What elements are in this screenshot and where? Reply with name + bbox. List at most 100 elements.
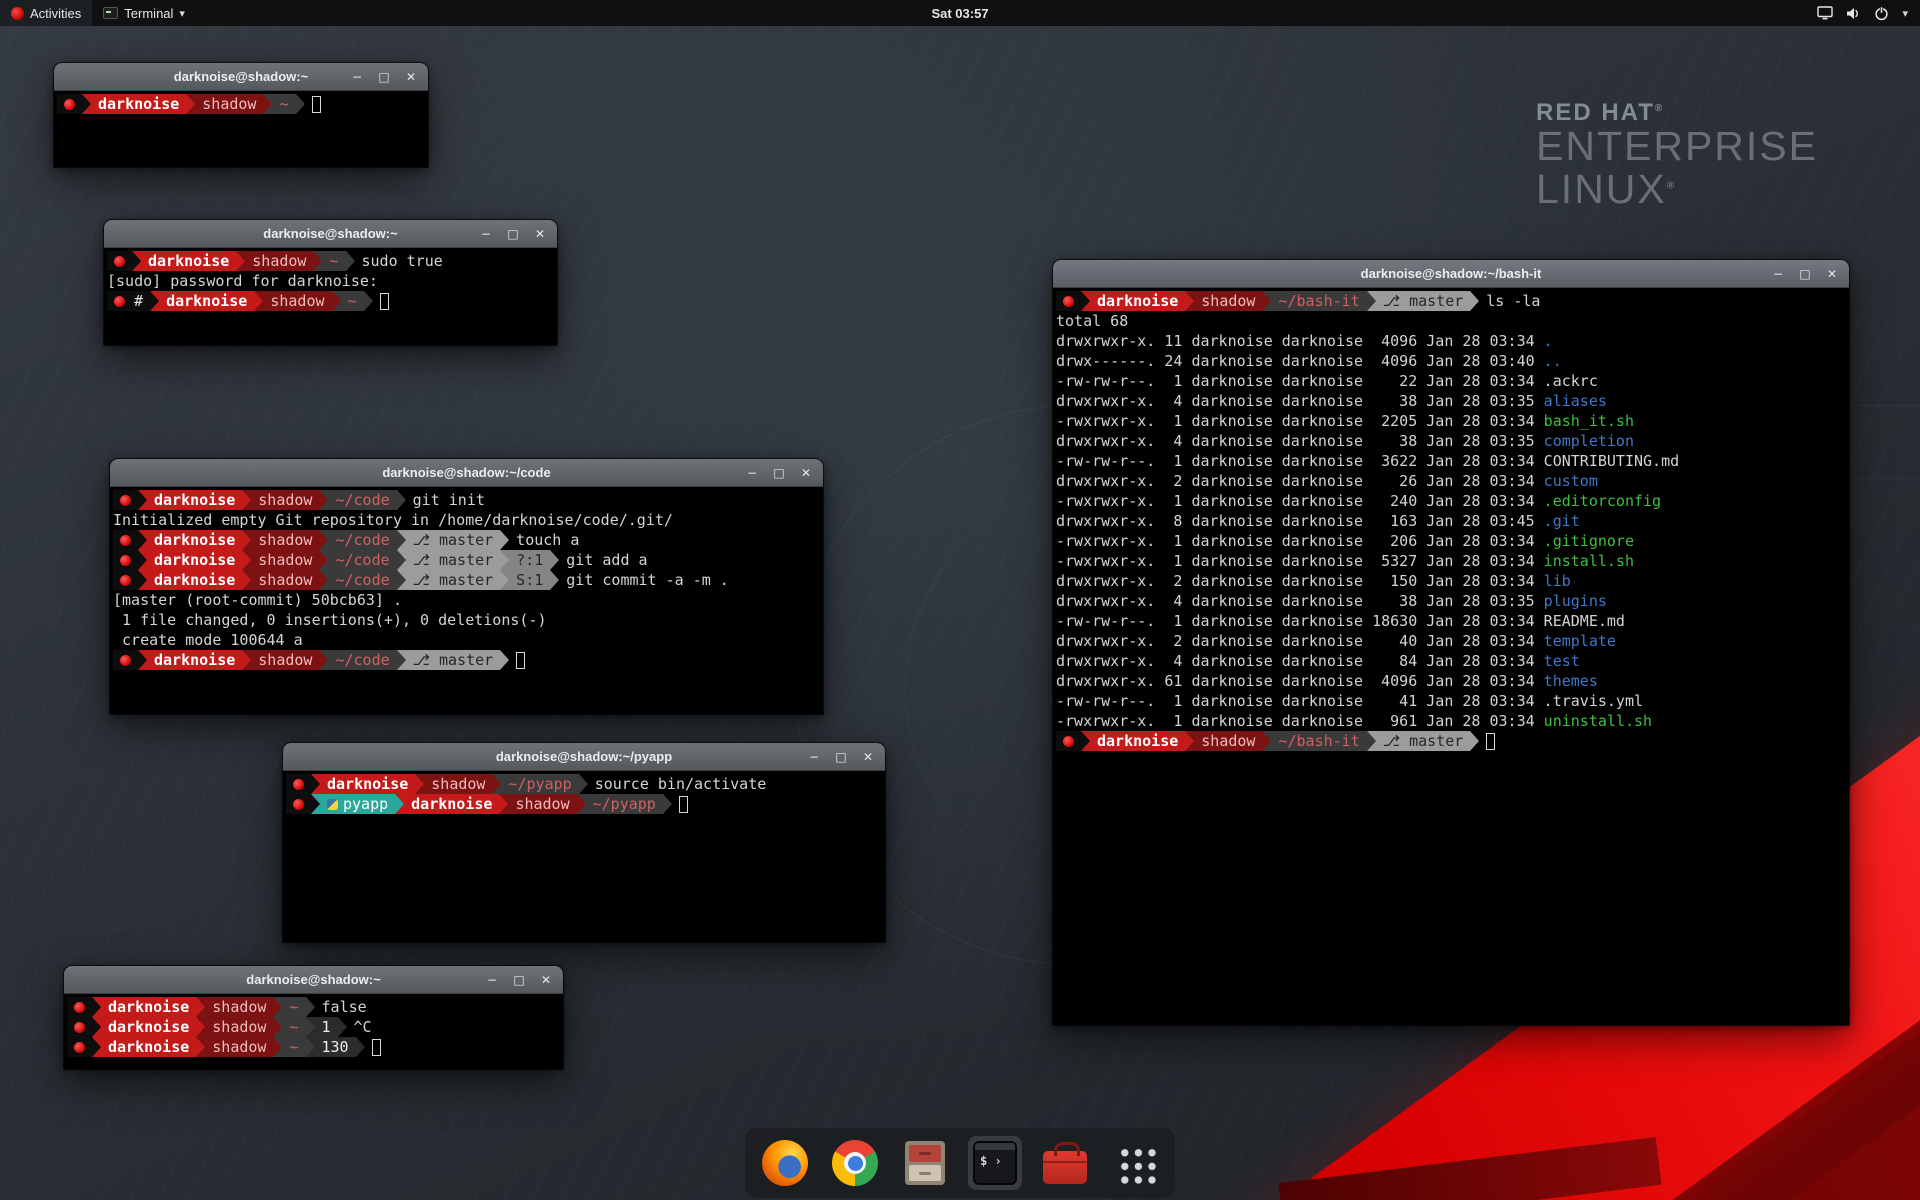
- window-titlebar[interactable]: darknoise@shadow:~−□✕: [54, 63, 428, 91]
- terminal-window-w1[interactable]: darknoise@shadow:~−□✕darknoiseshadow~: [54, 63, 428, 167]
- output-text: bash_it.sh: [1544, 411, 1634, 431]
- terminal-content[interactable]: darknoiseshadow~/codegit initInitialized…: [110, 487, 823, 714]
- prompt-segment-user: darknoise: [1090, 731, 1185, 751]
- prompt-segment-user: darknoise: [159, 291, 254, 311]
- prompt-segment-path: ~/code: [328, 570, 396, 590]
- desktop[interactable]: RED HAT® ENTERPRISE LINUX® darknoise@sha…: [0, 0, 1920, 1200]
- window-titlebar[interactable]: darknoise@shadow:~−□✕: [64, 966, 563, 994]
- terminal-line: drwxrwxr-x. 11 darknoise darknoise 4096 …: [1056, 331, 1847, 351]
- window-titlebar[interactable]: darknoise@shadow:~/bash-it−□✕: [1053, 260, 1849, 288]
- terminal-cursor: [312, 96, 321, 113]
- clock[interactable]: Sat 03:57: [931, 6, 988, 21]
- minimize-button[interactable]: −: [485, 973, 499, 987]
- prompt-segment-user: darknoise: [404, 794, 499, 814]
- prompt-segment-git: ⎇ master: [1376, 731, 1471, 751]
- rhel-logo: RED HAT® ENTERPRISE LINUX®: [1536, 100, 1818, 211]
- redhat-icon: [293, 799, 304, 810]
- dock-item-show-apps[interactable]: [1108, 1136, 1162, 1190]
- terminal-line: drwxrwxr-x. 61 darknoise darknoise 4096 …: [1056, 671, 1847, 691]
- minimize-button[interactable]: −: [807, 750, 821, 764]
- terminal-content[interactable]: darknoiseshadow~falsedarknoiseshadow~1^C…: [64, 994, 563, 1069]
- window-titlebar[interactable]: darknoise@shadow:~/pyapp−□✕: [283, 743, 885, 771]
- minimize-button[interactable]: −: [350, 70, 364, 84]
- show-applications-icon: [1115, 1143, 1156, 1184]
- git-branch-icon: ⎇: [413, 570, 439, 590]
- close-button[interactable]: ✕: [861, 750, 875, 764]
- command-text: touch a: [516, 530, 579, 550]
- terminal-window-w5[interactable]: darknoise@shadow:~−□✕darknoiseshadow~fal…: [64, 966, 563, 1069]
- prompt-segment-git2: ?:1: [509, 550, 550, 570]
- redhat-icon: [1063, 736, 1074, 747]
- close-button[interactable]: ✕: [539, 973, 553, 987]
- maximize-button[interactable]: □: [512, 973, 526, 987]
- minimize-button[interactable]: −: [479, 227, 493, 241]
- terminal-line: drwxrwxr-x. 8 darknoise darknoise 163 Ja…: [1056, 511, 1847, 531]
- prompt-segment-user: darknoise: [101, 1037, 196, 1057]
- close-button[interactable]: ✕: [799, 466, 813, 480]
- redhat-icon: [74, 1022, 85, 1033]
- prompt-segment-user: darknoise: [91, 94, 186, 114]
- prompt-segment-git2: S:1: [509, 570, 550, 590]
- maximize-button[interactable]: □: [377, 70, 391, 84]
- app-menu[interactable]: Terminal ▾: [92, 0, 196, 26]
- powerline-separator: [306, 1017, 315, 1037]
- terminal-line: drwxrwxr-x. 4 darknoise darknoise 38 Jan…: [1056, 431, 1847, 451]
- prompt-redhat-segment: [113, 570, 138, 590]
- powerline-separator: [138, 650, 147, 670]
- powerline-separator: [364, 291, 373, 311]
- terminal-cursor: [679, 796, 688, 813]
- terminal-content[interactable]: darknoiseshadow~: [54, 91, 428, 167]
- dock-item-terminal[interactable]: [968, 1136, 1022, 1190]
- red-ribbon-sliver: [1278, 1137, 1661, 1200]
- output-text: drwxrwxr-x. 11 darknoise darknoise 4096 …: [1056, 331, 1544, 351]
- activities-button[interactable]: Activities: [0, 0, 92, 26]
- powerline-separator: [254, 291, 263, 311]
- terminal-line: -rwxrwxr-x. 1 darknoise darknoise 2205 J…: [1056, 411, 1847, 431]
- maximize-button[interactable]: □: [834, 750, 848, 764]
- prompt-segment-path: ~: [282, 1017, 305, 1037]
- dock-item-chrome[interactable]: [828, 1136, 882, 1190]
- dock-item-firefox[interactable]: [758, 1136, 812, 1190]
- close-button[interactable]: ✕: [533, 227, 547, 241]
- minimize-button[interactable]: −: [1771, 267, 1785, 281]
- maximize-button[interactable]: □: [1798, 267, 1812, 281]
- powerline-separator: [1367, 291, 1376, 311]
- prompt-segment-host: shadow: [251, 530, 319, 550]
- terminal-window-w4[interactable]: darknoise@shadow:~/pyapp−□✕darknoiseshad…: [283, 743, 885, 942]
- terminal-line: drwx------. 24 darknoise darknoise 4096 …: [1056, 351, 1847, 371]
- output-text: -rwxrwxr-x. 1 darknoise darknoise 206 Ja…: [1056, 531, 1544, 551]
- window-titlebar[interactable]: darknoise@shadow:~/code−□✕: [110, 459, 823, 487]
- terminal-icon: [973, 1141, 1017, 1185]
- window-controls: −□ ✕: [745, 459, 813, 486]
- maximize-button[interactable]: □: [506, 227, 520, 241]
- powerline-separator: [550, 570, 559, 590]
- terminal-window-w3[interactable]: darknoise@shadow:~/code−□✕darknoiseshado…: [110, 459, 823, 714]
- powerline-separator: [397, 570, 406, 590]
- powerline-separator: [306, 997, 315, 1017]
- close-button[interactable]: ✕: [1825, 267, 1839, 281]
- redhat-icon: [114, 256, 125, 267]
- terminal-content[interactable]: darknoiseshadow~/bash-it⎇ masterls -lato…: [1053, 288, 1849, 1025]
- minimize-button[interactable]: −: [745, 466, 759, 480]
- powerline-separator: [500, 570, 509, 590]
- powerline-separator: [500, 550, 509, 570]
- maximize-button[interactable]: □: [772, 466, 786, 480]
- output-text: .git: [1544, 511, 1580, 531]
- terminal-cursor: [380, 293, 389, 310]
- close-button[interactable]: ✕: [404, 70, 418, 84]
- terminal-content[interactable]: darknoiseshadow~/pyappsource bin/activat…: [283, 771, 885, 942]
- command-text: git commit -a -m .: [566, 570, 729, 590]
- rhel-logo-enterprise: ENTERPRISE: [1536, 125, 1818, 168]
- powerline-separator: [311, 774, 320, 794]
- dock-item-toolbox[interactable]: [1038, 1136, 1092, 1190]
- terminal-window-w6[interactable]: darknoise@shadow:~/bash-it−□✕darknoisesh…: [1053, 260, 1849, 1025]
- terminal-content[interactable]: darknoiseshadow~sudo true[sudo] password…: [104, 248, 557, 345]
- dock-item-files[interactable]: [898, 1136, 952, 1190]
- prompt-redhat-segment: [1056, 731, 1081, 751]
- system-menu[interactable]: ▾: [1805, 0, 1920, 26]
- terminal-window-w2[interactable]: darknoise@shadow:~−□✕darknoiseshadow~sud…: [104, 220, 557, 345]
- output-text: -rwxrwxr-x. 1 darknoise darknoise 961 Ja…: [1056, 711, 1544, 731]
- prompt-segment-host: shadow: [205, 1017, 273, 1037]
- window-titlebar[interactable]: darknoise@shadow:~−□✕: [104, 220, 557, 248]
- terminal-app-icon: [103, 7, 118, 19]
